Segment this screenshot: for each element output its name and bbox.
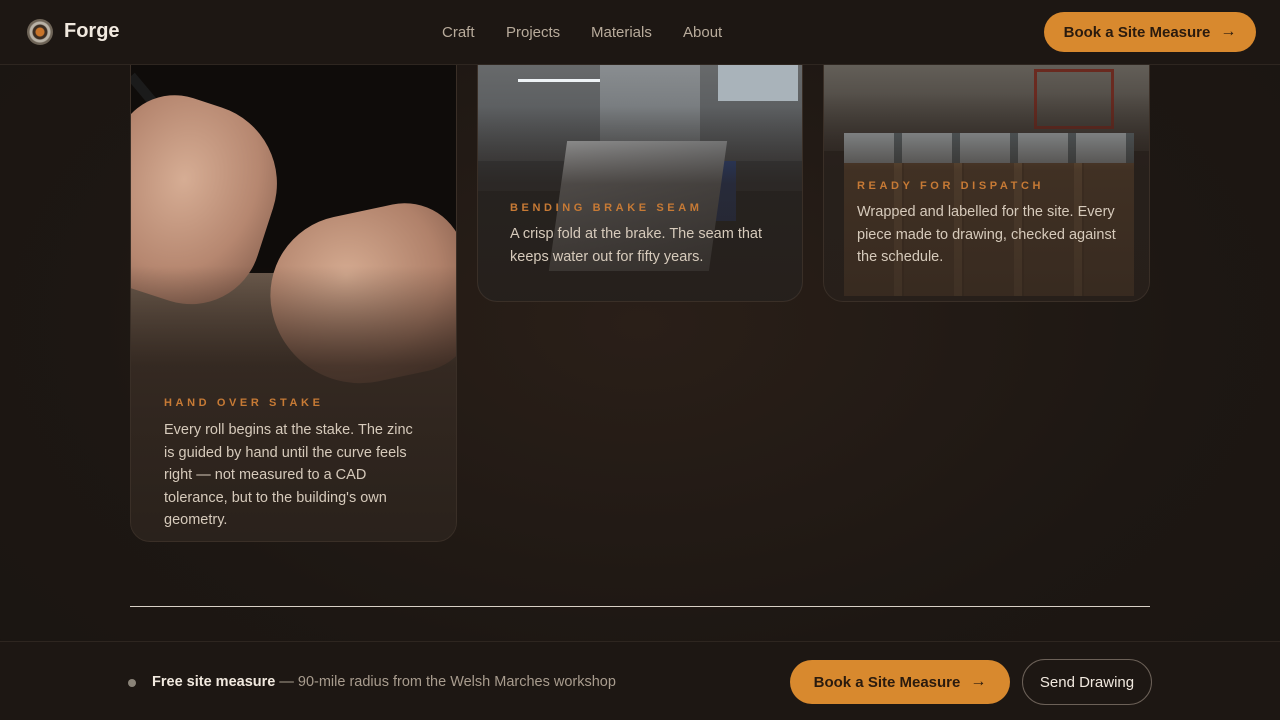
sticky-cta-bar: Free site measure — 90-mile radius from … bbox=[0, 641, 1280, 720]
site-measure-note-rest: — 90-mile radius from the Welsh Marches … bbox=[275, 674, 616, 690]
nav-link-projects[interactable]: Projects bbox=[506, 24, 560, 41]
card-description: A crisp fold at the brake. The seam that… bbox=[510, 226, 763, 265]
card-description: Wrapped and labelled for the site. Every… bbox=[857, 204, 1116, 265]
card-kicker: READY FOR DISPATCH bbox=[857, 180, 1045, 192]
brand-name[interactable]: Forge bbox=[64, 20, 120, 43]
craft-card-hand-over-stake: HAND OVER STAKE Every roll begins at the… bbox=[130, 40, 457, 542]
nav-link-about[interactable]: About bbox=[683, 24, 722, 41]
site-measure-note: Free site measure — 90-mile radius from … bbox=[152, 674, 616, 690]
book-site-measure-label: Book a Site Measure bbox=[813, 673, 961, 691]
nav-link-materials[interactable]: Materials bbox=[591, 24, 652, 41]
arrow-right-icon: → bbox=[1220, 23, 1237, 40]
card-kicker: BENDING BRAKE SEAM bbox=[510, 202, 703, 214]
craft-card-bending-brake-seam: BENDING BRAKE SEAM A crisp fold at the b… bbox=[477, 40, 803, 302]
craft-card-ready-for-dispatch: READY FOR DISPATCH Wrapped and labelled … bbox=[823, 40, 1150, 302]
book-site-measure-label: Book a Site Measure bbox=[1063, 23, 1211, 41]
book-site-measure-button[interactable]: Book a Site Measure → bbox=[790, 660, 1010, 704]
site-header: Forge Craft Projects Materials About Boo… bbox=[0, 0, 1280, 65]
send-drawing-button[interactable]: Send Drawing bbox=[1022, 659, 1152, 705]
nav-link-craft[interactable]: Craft bbox=[442, 24, 475, 41]
status-dot-icon bbox=[128, 679, 136, 687]
forge-logo-icon[interactable] bbox=[27, 19, 53, 45]
section-divider bbox=[130, 606, 1150, 607]
site-measure-note-strong: Free site measure bbox=[152, 674, 276, 690]
card-description: Every roll begins at the stake. The zinc… bbox=[164, 422, 413, 528]
card-kicker: HAND OVER STAKE bbox=[164, 397, 324, 409]
arrow-right-icon: → bbox=[970, 673, 987, 690]
book-site-measure-button[interactable]: Book a Site Measure → bbox=[1044, 12, 1256, 52]
